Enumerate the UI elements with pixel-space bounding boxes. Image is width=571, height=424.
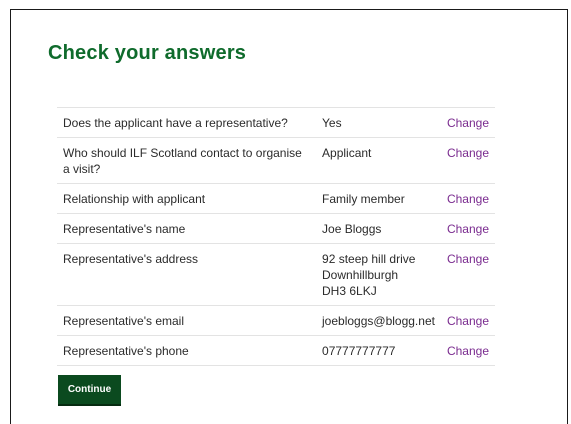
change-link[interactable]: Change: [440, 137, 495, 184]
continue-button[interactable]: Continue: [58, 375, 121, 404]
summary-row: Representative's phone 07777777777 Change: [57, 335, 495, 366]
question-label: Relationship with applicant: [57, 183, 317, 214]
answer-value: 92 steep hill drive Downhillburgh DH3 6LKJ: [316, 243, 441, 306]
answer-line: Family member: [322, 192, 405, 206]
summary-row: Does the applicant have a representative…: [57, 107, 495, 138]
summary-row: Relationship with applicant Family member…: [57, 183, 495, 214]
answer-line: Applicant: [322, 146, 372, 160]
change-link[interactable]: Change: [440, 107, 495, 138]
answer-line: Yes: [322, 116, 342, 130]
answer-value: joebloggs@blogg.net: [316, 305, 441, 336]
question-label: Who should ILF Scotland contact to organ…: [57, 137, 317, 184]
summary-row: Representative's email joebloggs@blogg.ne…: [57, 305, 495, 336]
answer-line: 07777777777: [322, 344, 396, 358]
question-label: Representative's address: [57, 243, 317, 306]
question-label: Representative's name: [57, 213, 317, 244]
answer-line: Downhillburgh: [322, 268, 399, 282]
answer-value: Applicant: [316, 137, 441, 184]
answer-line: Joe Bloggs: [322, 222, 382, 236]
question-label: Representative's phone: [57, 335, 317, 366]
question-label: Representative's email: [57, 305, 317, 336]
answer-value: 07777777777: [316, 335, 441, 366]
page-title: Check your answers: [48, 42, 247, 64]
question-label: Does the applicant have a representative…: [57, 107, 317, 138]
change-link[interactable]: Change: [440, 213, 495, 244]
answer-line: 92 steep hill drive: [322, 252, 416, 266]
change-link[interactable]: Change: [440, 335, 495, 366]
change-link[interactable]: Change: [440, 305, 495, 336]
answer-value: Family member: [316, 183, 441, 214]
change-link[interactable]: Change: [440, 183, 495, 214]
answer-line: DH3 6LKJ: [322, 284, 377, 298]
answer-value: Yes: [316, 107, 441, 138]
change-link[interactable]: Change: [440, 243, 495, 306]
answers-summary-table: Does the applicant have a representative…: [57, 107, 495, 366]
answer-line: joebloggs@blogg.net: [322, 314, 435, 328]
summary-row: Representative's name Joe Bloggs Change: [57, 213, 495, 244]
summary-row: Representative's address 92 steep hill dr…: [57, 243, 495, 306]
summary-row: Who should ILF Scotland contact to organ…: [57, 137, 495, 184]
answer-value: Joe Bloggs: [316, 213, 441, 244]
